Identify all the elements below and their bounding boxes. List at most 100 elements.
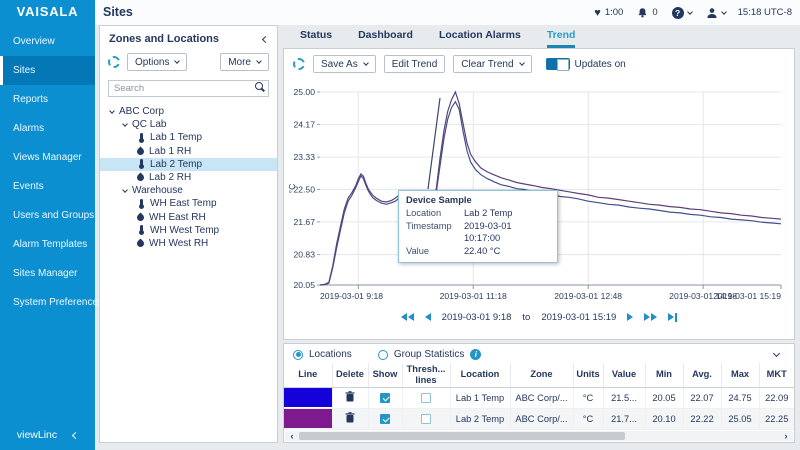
- locations-table: Line Delete Show Thresh... lines Locatio…: [284, 363, 794, 430]
- col-line: Line: [284, 363, 332, 387]
- options-button-label: Options: [135, 57, 169, 68]
- bell-icon: [637, 7, 648, 19]
- tree-item-lab-1-temp[interactable]: Lab 1 Temp: [100, 131, 277, 144]
- svg-text:23.33: 23.33: [293, 152, 315, 162]
- range-from: 2019-03-01 9:18: [442, 312, 512, 323]
- tab-location-alarms[interactable]: Location Alarms: [439, 29, 521, 48]
- sidebar-footer: viewLinc: [0, 429, 95, 441]
- tab-trend[interactable]: Trend: [547, 29, 576, 48]
- thermometer-icon: [137, 225, 145, 235]
- alarm-indicator[interactable]: 0: [637, 7, 657, 19]
- group-statistics-radio-label: Group Statistics: [394, 349, 465, 360]
- cell-mkt: 22.09: [759, 387, 794, 408]
- tree-item-label: Lab 1 Temp: [150, 132, 202, 143]
- tree-item-wh-east-temp[interactable]: WH East Temp: [100, 197, 277, 210]
- search-input[interactable]: [108, 80, 269, 97]
- zones-panel-title: Zones and Locations: [109, 33, 219, 45]
- trash-icon[interactable]: [345, 412, 355, 423]
- show-checkbox[interactable]: [380, 393, 390, 403]
- humidity-drop-icon: [136, 212, 146, 222]
- collapse-statistics-icon[interactable]: [773, 350, 780, 357]
- tree-item-lab-2-temp[interactable]: Lab 2 Temp: [100, 158, 277, 171]
- group-statistics-radio[interactable]: [378, 350, 388, 360]
- options-button[interactable]: Options: [127, 53, 187, 71]
- range-to-word: to: [522, 312, 530, 323]
- tree-item-wh-east-rh[interactable]: WH East RH: [100, 211, 277, 224]
- zones-and-locations-panel: Zones and Locations Options More ABC Cor…: [99, 25, 278, 443]
- col-mkt: MKT: [759, 363, 794, 387]
- page-back-fast-button[interactable]: [401, 313, 414, 321]
- page-back-button[interactable]: [425, 313, 431, 321]
- show-checkbox[interactable]: [380, 414, 390, 424]
- sidebar-item-alarms[interactable]: Alarms: [0, 114, 95, 143]
- tree-item-label: Lab 2 Temp: [150, 159, 202, 170]
- chart-tooltip: Device Sample LocationLab 2 Temp Timesta…: [398, 190, 558, 263]
- threshold-lines-checkbox[interactable]: [421, 393, 431, 403]
- user-menu[interactable]: [706, 7, 726, 19]
- chevron-down-icon: [363, 60, 369, 66]
- page-forward-button[interactable]: [627, 313, 633, 321]
- scroll-left-arrow[interactable]: ‹: [285, 431, 299, 441]
- refresh-icon[interactable]: [293, 58, 305, 70]
- updates-toggle[interactable]: [546, 58, 570, 70]
- tree-item-label: WH East RH: [149, 212, 206, 223]
- sidebar-item-overview[interactable]: Overview: [0, 27, 95, 56]
- help-menu[interactable]: [672, 7, 692, 19]
- scroll-right-arrow[interactable]: ›: [779, 431, 793, 441]
- tab-dashboard[interactable]: Dashboard: [358, 29, 413, 48]
- trash-icon[interactable]: [345, 391, 355, 402]
- viewlinc-app: VAISALA Overview Sites Reports Alarms Vi…: [0, 0, 800, 450]
- trend-chart-area: 25.0024.1723.3322.5021.6720.8320.052019-…: [284, 76, 794, 306]
- info-icon[interactable]: [470, 349, 481, 360]
- locations-radio[interactable]: [293, 350, 303, 360]
- refresh-icon[interactable]: [108, 56, 120, 68]
- tree-item-abc-corp[interactable]: ABC Corp: [100, 105, 277, 118]
- system-status-indicator[interactable]: 1:00: [594, 7, 623, 19]
- tree-item-wh-west-rh[interactable]: WH West RH: [100, 237, 277, 250]
- sidebar-item-reports[interactable]: Reports: [0, 85, 95, 114]
- tree-item-lab-1-rh[interactable]: Lab 1 RH: [100, 145, 277, 158]
- sidebar-item-sites-manager[interactable]: Sites Manager: [0, 259, 95, 288]
- tree-item-qc-lab[interactable]: QC Lab: [100, 118, 277, 131]
- svg-text:2019-03-01 15:19: 2019-03-01 15:19: [713, 291, 781, 301]
- save-as-button[interactable]: Save As: [313, 55, 376, 73]
- cell-value: 21.5...: [603, 387, 645, 408]
- sidebar-item-system-preferences[interactable]: System Preferences: [0, 288, 95, 317]
- clear-trend-button[interactable]: Clear Trend: [453, 55, 531, 73]
- line-color-swatch: [284, 409, 332, 428]
- tree-item-warehouse[interactable]: Warehouse: [100, 184, 277, 197]
- heart-pulse-icon: [594, 7, 601, 19]
- line-color-swatch: [284, 388, 332, 407]
- scrollbar-track[interactable]: [299, 432, 779, 440]
- collapse-panel-icon[interactable]: [262, 35, 269, 42]
- edit-trend-button[interactable]: Edit Trend: [384, 55, 446, 73]
- horizontal-scrollbar-thumb[interactable]: [299, 432, 625, 440]
- page-forward-fast-button[interactable]: [644, 313, 657, 321]
- tree-item-wh-west-temp[interactable]: WH West Temp: [100, 224, 277, 237]
- svg-text:2019-03-01 11:18: 2019-03-01 11:18: [440, 291, 507, 301]
- cell-min: 20.10: [645, 408, 683, 429]
- sidebar-item-sites[interactable]: Sites: [0, 56, 95, 85]
- svg-text:20.83: 20.83: [293, 250, 315, 260]
- jump-to-latest-button[interactable]: [668, 313, 677, 322]
- more-button[interactable]: More: [220, 53, 269, 71]
- sidebar-item-users-and-groups[interactable]: Users and Groups: [0, 201, 95, 230]
- threshold-lines-checkbox[interactable]: [421, 414, 431, 424]
- statistics-mode-row: Locations Group Statistics: [284, 344, 794, 363]
- search-icon[interactable]: [255, 82, 263, 90]
- tab-status[interactable]: Status: [300, 29, 332, 48]
- sidebar-item-alarm-templates[interactable]: Alarm Templates: [0, 230, 95, 259]
- chevron-down-icon: [721, 9, 727, 15]
- sidebar-item-views-manager[interactable]: Views Manager: [0, 143, 95, 172]
- sidebar-item-events[interactable]: Events: [0, 172, 95, 201]
- collapse-sidebar-icon[interactable]: [72, 431, 79, 438]
- cell-avg: 22.07: [683, 387, 721, 408]
- edit-trend-label: Edit Trend: [392, 59, 438, 70]
- chevron-down-icon: [122, 121, 128, 127]
- thermometer-icon: [137, 199, 145, 209]
- cell-location: Lab 2 Temp: [450, 408, 510, 429]
- col-delete: Delete: [332, 363, 368, 387]
- tree-item-lab-2-rh[interactable]: Lab 2 RH: [100, 171, 277, 184]
- tooltip-value-value: 22.40 °C: [464, 245, 500, 258]
- tree-item-label: WH West RH: [149, 238, 208, 249]
